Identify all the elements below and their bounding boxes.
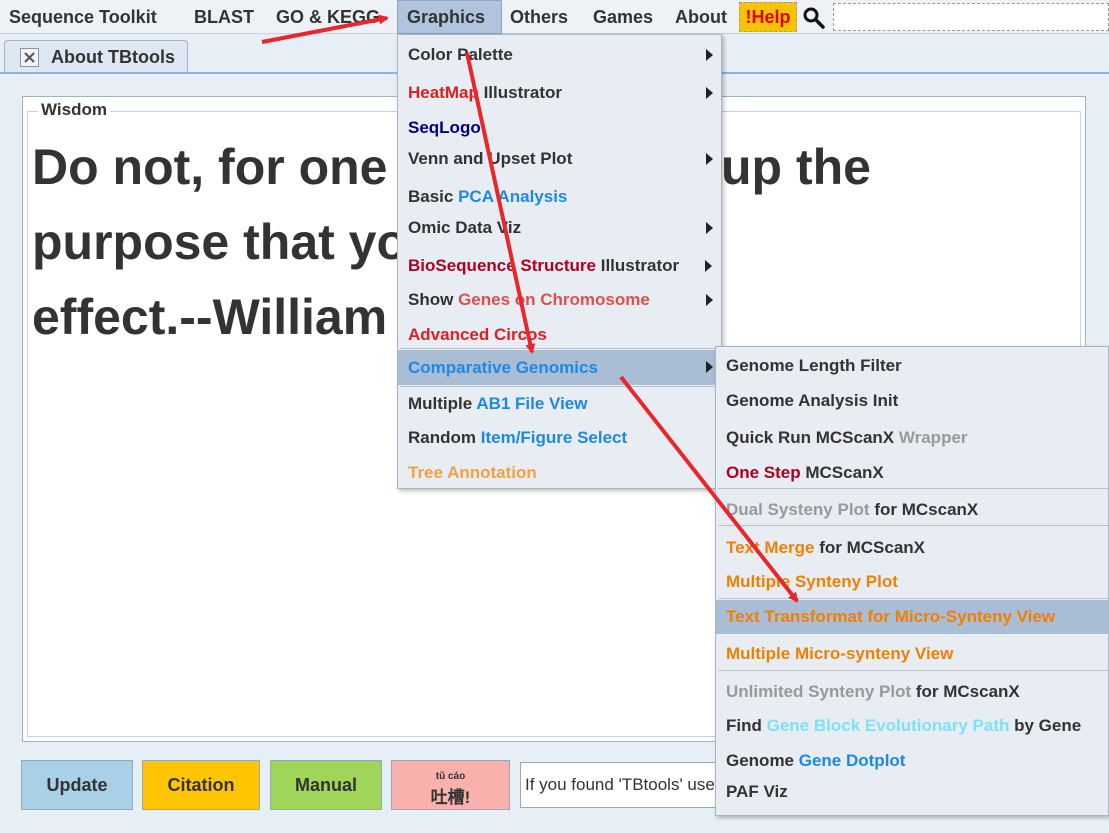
tab-label: About TBtools	[51, 47, 175, 67]
menu-item-label: HeatMap	[408, 83, 479, 102]
menu-blast[interactable]: BLAST	[194, 0, 254, 34]
menu-item-genome-analysis-init[interactable]: Genome Analysis Init	[716, 391, 1109, 411]
menu-item-genes-on-chromosome[interactable]: Show Genes on Chromosome	[398, 290, 721, 310]
menu-item-find-gene-block[interactable]: Find Gene Block Evolutionary Path by Gen…	[716, 716, 1109, 736]
menu-item-label: Quick Run MCScanX	[726, 428, 899, 447]
menu-item-label: Omic Data Viz	[408, 218, 522, 237]
menu-item-quick-run-mcscanx[interactable]: Quick Run MCScanX Wrapper	[716, 428, 1109, 448]
search-input[interactable]	[833, 3, 1109, 31]
menu-item-label: Genome	[726, 751, 799, 770]
menu-item-label: Show	[408, 290, 459, 309]
menu-item-label: Comparative Genomics	[408, 358, 598, 377]
menu-separator	[400, 348, 719, 349]
help-button[interactable]: !Help	[739, 2, 797, 32]
menu-item-label: BioSequence Structure	[408, 256, 596, 275]
menu-item-label: MCScanX	[800, 463, 884, 482]
comparative-genomics-submenu: Genome Length Filter Genome Analysis Ini…	[715, 346, 1109, 816]
manual-button[interactable]: Manual	[270, 760, 382, 810]
submenu-arrow-icon	[706, 49, 713, 61]
menu-item-label: Find	[726, 716, 767, 735]
tab-about-tbtools[interactable]: About TBtools	[4, 40, 188, 73]
submenu-arrow-icon	[706, 294, 713, 306]
menu-separator	[718, 598, 1108, 599]
menu-item-comparative-genomics[interactable]: Comparative Genomics	[398, 350, 721, 385]
menu-item-label: Text Merge	[726, 538, 815, 557]
menu-item-seqlogo[interactable]: SeqLogo	[398, 118, 721, 138]
menu-item-paf-viz[interactable]: PAF Viz	[716, 782, 1109, 802]
submenu-arrow-icon	[706, 87, 713, 99]
menu-item-random-select[interactable]: Random Item/Figure Select	[398, 428, 721, 448]
menu-item-text-merge[interactable]: Text Merge for MCScanX	[716, 538, 1109, 558]
menu-separator	[400, 386, 719, 387]
menu-item-label: Gene Block Evolutionary Path	[766, 716, 1010, 735]
menu-item-label: PCA Analysis	[458, 187, 568, 206]
menu-item-heatmap[interactable]: HeatMap Illustrator	[398, 83, 721, 103]
menu-item-label: for MCscanX	[911, 682, 1020, 701]
menu-item-multiple-micro-synteny[interactable]: Multiple Micro-synteny View	[716, 644, 1109, 664]
menu-others[interactable]: Others	[510, 0, 568, 34]
menu-item-color-palette[interactable]: Color Palette	[398, 45, 721, 65]
citation-button[interactable]: Citation	[142, 760, 260, 810]
submenu-arrow-icon	[706, 361, 713, 373]
menu-item-label: Basic	[408, 187, 459, 206]
update-button[interactable]: Update	[21, 760, 133, 810]
search-icon[interactable]	[802, 6, 826, 30]
menu-about[interactable]: About	[675, 0, 727, 34]
menu-item-omic-data-viz[interactable]: Omic Data Viz	[398, 218, 721, 238]
menu-item-text-transformat[interactable]: Text Transformat for Micro-Synteny View	[716, 600, 1109, 634]
menu-item-label: One Step	[726, 463, 801, 482]
menu-item-label: Gene Dotplot	[798, 751, 906, 770]
menu-item-label: Color Palette	[408, 45, 513, 64]
submenu-arrow-icon	[706, 153, 713, 165]
menu-item-genome-length-filter[interactable]: Genome Length Filter	[716, 356, 1109, 376]
menu-item-label: Dual Systeny Plot	[726, 500, 870, 519]
menu-separator	[718, 488, 1108, 489]
menu-graphics[interactable]: Graphics	[397, 0, 502, 34]
menu-item-label: Unlimited Synteny Plot	[726, 682, 912, 701]
submenu-arrow-icon	[705, 260, 712, 272]
menu-item-label: for MCscanX	[869, 500, 979, 519]
feedback-pinyin: tǔ cáo	[435, 771, 466, 782]
menu-item-one-step-mcscanx[interactable]: One Step MCScanX	[716, 463, 1109, 483]
menu-item-biosequence[interactable]: BioSequence Structure Illustrator	[398, 256, 721, 276]
wisdom-legend: Wisdom	[38, 100, 110, 120]
menubar: Sequence Toolkit BLAST GO & KEGG Graphic…	[0, 0, 1109, 34]
close-icon[interactable]	[20, 48, 39, 67]
menu-item-label: Wrapper	[898, 428, 968, 447]
menu-item-label: Illustrator	[596, 256, 680, 275]
menu-item-advanced-circos[interactable]: Advanced Circos	[398, 325, 721, 345]
menu-separator	[718, 670, 1108, 671]
menu-item-label: by Gene	[1009, 716, 1082, 735]
menu-item-label: Item/Figure Select	[480, 428, 628, 447]
menu-item-dual-synteny-plot[interactable]: Dual Systeny Plot for MCscanX	[716, 500, 1109, 520]
menu-separator	[718, 525, 1108, 526]
menu-item-pca[interactable]: Basic PCA Analysis	[398, 187, 721, 207]
menu-item-ab1-file-view[interactable]: Multiple AB1 File View	[398, 394, 721, 414]
graphics-dropdown: Color Palette HeatMap Illustrator SeqLog…	[397, 34, 722, 489]
submenu-arrow-icon	[706, 222, 713, 234]
menu-item-venn[interactable]: Venn and Upset Plot	[398, 149, 721, 169]
menu-item-label: Random	[408, 428, 481, 447]
menu-item-label: for MCScanX	[814, 538, 926, 557]
menu-games[interactable]: Games	[593, 0, 653, 34]
menu-go-kegg[interactable]: GO & KEGG	[276, 0, 380, 34]
feedback-text-field[interactable]: If you found 'TBtools' useful	[520, 762, 720, 808]
menu-item-gene-dotplot[interactable]: Genome Gene Dotplot	[716, 751, 1109, 771]
menu-item-label: AB1 File View	[476, 394, 588, 413]
menu-item-unlimited-synteny-plot[interactable]: Unlimited Synteny Plot for MCscanX	[716, 682, 1109, 702]
menu-item-tree-annotation[interactable]: Tree Annotation	[398, 463, 721, 483]
menu-item-label: Multiple	[408, 394, 477, 413]
menu-item-label: Illustrator	[478, 83, 562, 102]
feedback-label: 吐槽!	[430, 788, 471, 807]
feedback-button[interactable]: tǔ cáo 吐槽!	[391, 760, 510, 810]
menu-item-multiple-synteny-plot[interactable]: Multiple Synteny Plot	[716, 572, 1109, 592]
menu-item-label: Venn and Upset Plot	[408, 149, 573, 168]
menu-item-label: Genes on Chromosome	[458, 290, 650, 309]
menu-sequence-toolkit[interactable]: Sequence Toolkit	[9, 0, 157, 34]
